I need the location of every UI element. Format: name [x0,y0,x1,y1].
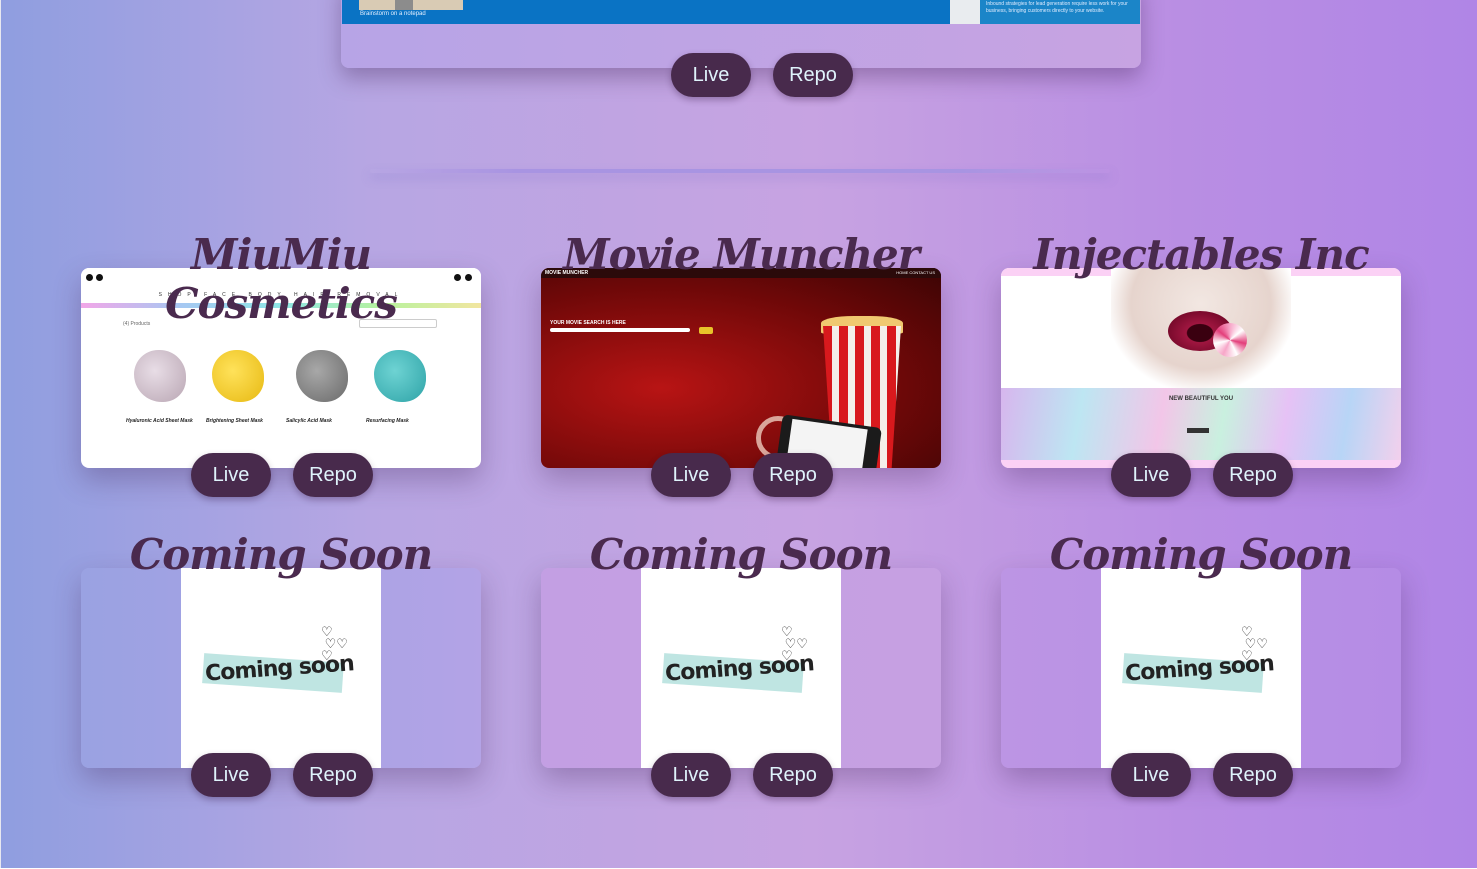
thumbnail-strip [359,0,463,10]
search-input [550,328,690,332]
site-footer-strip [1001,460,1401,468]
hero-button [1187,428,1209,433]
featured-caption: Brainstorm on a notepad [360,11,426,17]
page-edge [0,0,1,869]
project-card-coming-soon: Coming soon ♡ ♡♡ ♡ [1001,568,1401,768]
screenshot-divider [950,0,980,24]
project-card-movie-muncher: MOVIE MUNCHER HOME CONTACT US YOUR MOVIE… [541,268,941,468]
hearts-icon: ♡ ♡♡ ♡ [321,624,348,663]
live-button[interactable]: Live [191,453,271,497]
lollipop-image [1213,323,1247,357]
repo-button[interactable]: Repo [753,453,833,497]
project-card-injectables: NEW BEAUTIFUL YOU [1001,268,1401,468]
featured-live-button[interactable]: Live [671,53,751,97]
project-card-coming-soon: Coming soon ♡ ♡♡ ♡ [541,568,941,768]
project-title: Coming Soon [589,530,893,579]
search-button [699,327,713,334]
coming-soon-image: Coming soon ♡ ♡♡ ♡ [641,568,841,768]
live-button[interactable]: Live [191,753,271,797]
search-label: YOUR MOVIE SEARCH IS HERE [550,320,626,326]
product-image [296,350,348,402]
repo-button[interactable]: Repo [1213,453,1293,497]
live-button[interactable]: Live [651,753,731,797]
product-image [212,350,264,402]
featured-side-text: Inbound strategies for lead generation r… [986,1,1128,14]
hero-heading: NEW BEAUTIFUL YOU [1168,396,1234,402]
screenshot-side-panel: Inbound strategies for lead generation r… [980,0,1140,24]
live-button[interactable]: Live [651,453,731,497]
featured-project-screenshot: Brainstorm on a notepad Inbound strategi… [342,0,1140,24]
featured-repo-button[interactable]: Repo [773,53,853,97]
project-title: Coming Soon [129,530,433,579]
coming-soon-image: Coming soon ♡ ♡♡ ♡ [181,568,381,768]
hearts-icon: ♡ ♡♡ ♡ [781,624,808,663]
project-title: MiuMiu Cosmetics [165,230,398,328]
repo-button[interactable]: Repo [293,753,373,797]
product-image [374,350,426,402]
product-name: Brightening Sheet Mask [206,418,263,424]
live-button[interactable]: Live [1111,453,1191,497]
section-divider [370,169,1110,173]
product-name: Resurfacing Mask [366,418,409,424]
repo-button[interactable]: Repo [1213,753,1293,797]
repo-button[interactable]: Repo [753,753,833,797]
project-card-coming-soon: Coming soon ♡ ♡♡ ♡ [81,568,481,768]
repo-button[interactable]: Repo [293,453,373,497]
coming-soon-image: Coming soon ♡ ♡♡ ♡ [1101,568,1301,768]
project-title: Movie Muncher [563,230,920,279]
project-title: Coming Soon [1049,530,1353,579]
live-button[interactable]: Live [1111,753,1191,797]
product-name: Hyaluronic Acid Sheet Mask [126,418,193,424]
project-title: Injectables Inc [1033,230,1369,279]
product-image [134,350,186,402]
product-name: Salicylic Acid Mask [286,418,332,424]
hearts-icon: ♡ ♡♡ ♡ [1241,624,1268,663]
